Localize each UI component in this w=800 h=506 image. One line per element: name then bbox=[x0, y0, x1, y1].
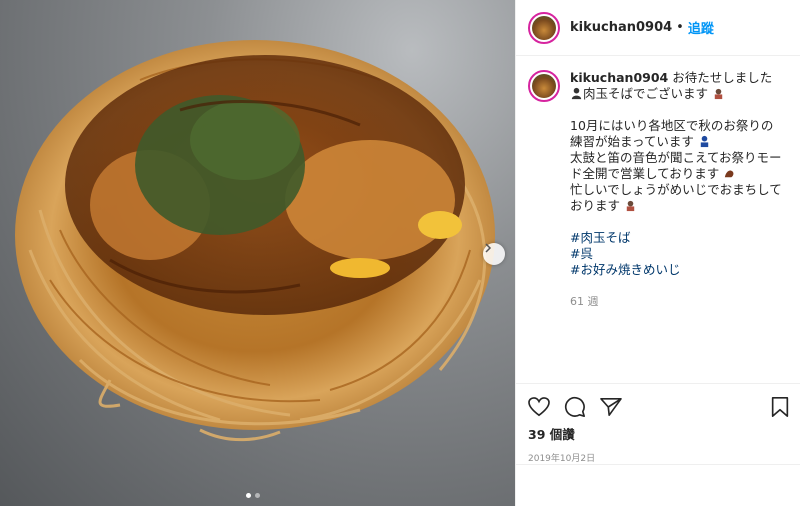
action-section: 39 個讚 2019年10月2日 bbox=[516, 383, 800, 506]
chevron-right-icon bbox=[485, 243, 492, 253]
carousel-dot bbox=[246, 493, 251, 498]
share-icon bbox=[600, 398, 622, 416]
heart-icon bbox=[528, 397, 550, 417]
carousel-dots bbox=[246, 493, 260, 498]
caption-para2-line3: 忙しいでしょうがめいじでおまちしております bbox=[570, 182, 782, 213]
divider bbox=[516, 464, 800, 465]
follow-button[interactable]: 追蹤 bbox=[688, 18, 714, 37]
like-count[interactable]: 39 個讚 bbox=[516, 424, 800, 443]
action-icons bbox=[516, 384, 800, 422]
comment-button[interactable] bbox=[564, 396, 586, 418]
caption-para2-line2: 太鼓と笛の音色が聞こえてお祭りモード全開で営業しております bbox=[570, 150, 782, 181]
caption-area: kikuchan0904 お待たせしました 肉玉そばでございます 10月にはいり… bbox=[528, 70, 792, 310]
hashtag-list: #肉玉そば #呉 #お好み焼きめいじ bbox=[570, 230, 785, 278]
share-button[interactable] bbox=[600, 397, 622, 417]
person-emoji-icon bbox=[700, 135, 709, 148]
hashtag-link[interactable]: #呉 bbox=[570, 246, 785, 262]
comment-icon bbox=[564, 396, 585, 417]
post-age: 61 週 bbox=[570, 295, 599, 308]
next-image-button[interactable] bbox=[483, 243, 505, 265]
caption-avatar[interactable] bbox=[528, 70, 560, 102]
separator-dot: • bbox=[676, 20, 684, 35]
avatar[interactable] bbox=[528, 11, 560, 44]
caption-line1: お待たせしました bbox=[672, 70, 773, 85]
bow-emoji-icon bbox=[714, 88, 723, 100]
muscle-emoji-icon bbox=[725, 170, 734, 178]
caption-text: kikuchan0904 お待たせしました 肉玉そばでございます 10月にはいり… bbox=[570, 70, 785, 310]
okonomiyaki-image bbox=[15, 40, 495, 442]
caption-username[interactable]: kikuchan0904 bbox=[570, 70, 668, 85]
like-button[interactable] bbox=[528, 397, 550, 417]
caption-para2-line1: 10月にはいり各地区で秋のお祭りの練習が始まっています bbox=[570, 118, 774, 149]
bookmark-icon bbox=[771, 397, 789, 417]
bow-emoji-icon bbox=[626, 200, 635, 212]
post-header: kikuchan0904 • 追蹤 bbox=[516, 0, 800, 56]
post-photo[interactable] bbox=[0, 0, 515, 506]
person-emoji-icon bbox=[571, 87, 582, 100]
save-button[interactable] bbox=[770, 396, 790, 418]
hashtag-link[interactable]: #お好み焼きめいじ bbox=[570, 262, 785, 278]
username-link[interactable]: kikuchan0904 bbox=[570, 20, 672, 35]
hashtag-link[interactable]: #肉玉そば bbox=[570, 230, 785, 246]
post-date: 2019年10月2日 bbox=[528, 454, 596, 464]
caption-line1b: 肉玉そばでございます bbox=[583, 86, 709, 101]
carousel-dot bbox=[255, 493, 260, 498]
post-side-panel: kikuchan0904 • 追蹤 kikuchan0904 お待たせしました … bbox=[515, 0, 800, 506]
